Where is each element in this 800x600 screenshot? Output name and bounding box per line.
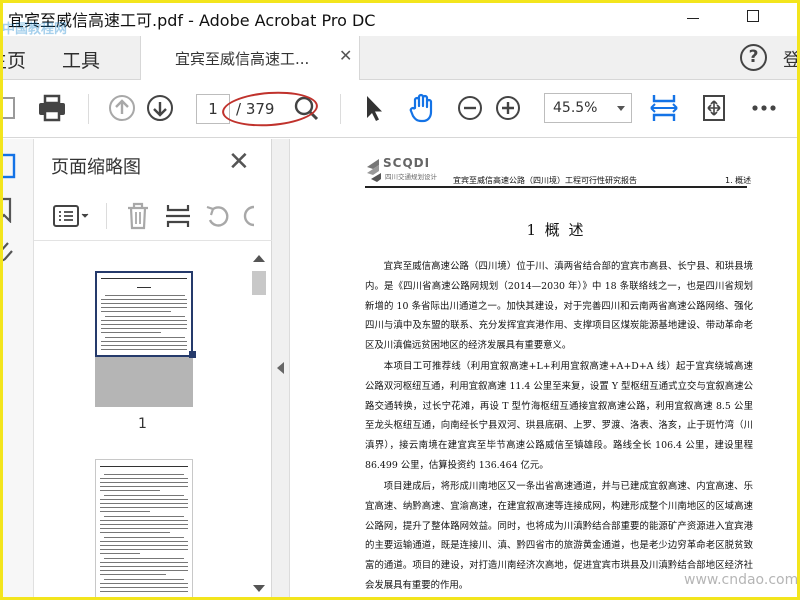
pdf-page: SCQDI 四川交通规划设计 宜宾至威信高速公路（四川境）工程可行性研究报告 1… <box>349 139 769 600</box>
thumbnail-page-image <box>95 271 193 357</box>
minimize-button[interactable] <box>678 4 708 30</box>
tab-tools[interactable]: 工具 <box>62 46 100 73</box>
delete-page-icon[interactable] <box>124 201 152 231</box>
insert-page-icon[interactable] <box>164 201 192 231</box>
thumbnail-page-number: 1 <box>138 416 147 432</box>
corner-watermark: www.cndao.com <box>684 572 799 588</box>
attachments-icon[interactable] <box>0 239 18 265</box>
next-page-icon[interactable] <box>144 92 176 124</box>
separator <box>88 94 89 124</box>
logo-text: SCQDI <box>383 156 431 170</box>
thumbnail-scrollbar[interactable] <box>248 249 270 600</box>
zoom-level-value: 45.5% <box>553 100 598 116</box>
full-screen-icon[interactable] <box>698 92 730 124</box>
page-header-title: 宜宾至威信高速公路（四川境）工程可行性研究报告 <box>453 176 637 185</box>
bookmarks-icon[interactable] <box>0 197 18 223</box>
paragraph-1: 宜宾至威信高速公路（四川境）位于川、滇两省结合部的宜宾市高县、长宁县、和珙县境内… <box>365 261 753 352</box>
panel-collapse-strip[interactable] <box>272 139 290 600</box>
panel-toolbar <box>34 191 272 241</box>
toolbar: 1 / 379 45.5% <box>0 80 800 138</box>
maximize-button[interactable] <box>738 4 768 30</box>
zoom-in-icon[interactable] <box>492 92 524 124</box>
thumbnail-panel: 页面缩略图 ✕ 1 <box>34 139 272 600</box>
save-icon[interactable] <box>0 92 20 124</box>
close-tab-icon[interactable]: ✕ <box>339 46 352 65</box>
fit-page-icon[interactable] <box>648 92 680 124</box>
help-icon[interactable]: ? <box>740 44 767 71</box>
options-menu-icon[interactable] <box>52 203 92 229</box>
close-panel-icon[interactable]: ✕ <box>228 147 250 177</box>
separator <box>106 203 107 229</box>
chapter-title: 1 概 述 <box>526 221 586 239</box>
document-view[interactable]: SCQDI 四川交通规划设计 宜宾至威信高速公路（四川境）工程可行性研究报告 1… <box>291 139 800 600</box>
rotate-clockwise-icon[interactable] <box>242 201 262 231</box>
page-thumbnail-2[interactable] <box>95 459 193 600</box>
separator <box>340 94 341 124</box>
page-header-section: 1. 概述 <box>725 176 752 185</box>
scroll-up-icon[interactable] <box>253 255 265 262</box>
tab-document[interactable]: 宜宾至威信高速工... ✕ <box>140 36 360 80</box>
minimize-icon <box>687 18 699 19</box>
scroll-down-icon[interactable] <box>253 585 265 592</box>
more-options-icon[interactable] <box>748 92 780 124</box>
print-icon[interactable] <box>36 92 68 124</box>
tab-home[interactable]: 主页 <box>0 46 26 73</box>
tab-bar: 主页 工具 宜宾至威信高速工... ✕ ? 登 <box>0 36 800 80</box>
title-bar: 宜宾至威信高速工可.pdf - Adobe Acrobat Pro DC 中国教… <box>0 0 800 37</box>
maximize-icon <box>747 10 759 22</box>
zoom-level-select[interactable]: 45.5% <box>544 93 632 123</box>
document-tab-label: 宜宾至威信高速工... <box>175 50 310 68</box>
logo-subtext: 四川交通规划设计 <box>385 173 437 181</box>
scroll-thumb[interactable] <box>252 271 266 295</box>
panel-title: 页面缩略图 <box>51 157 141 178</box>
navigation-rail <box>0 139 34 600</box>
chevron-down-icon <box>617 106 625 111</box>
rotate-counterclockwise-icon[interactable] <box>204 201 232 231</box>
company-logo: SCQDI 四川交通规划设计 <box>365 155 445 189</box>
thumbnail-resize-handle[interactable] <box>189 351 196 358</box>
hand-tool-icon[interactable] <box>406 92 438 124</box>
zoom-out-icon[interactable] <box>454 92 486 124</box>
page-thumbnails-icon[interactable] <box>0 153 18 179</box>
signin-button[interactable]: 登 <box>783 46 800 72</box>
watermark: 中国教程网 <box>2 22 68 37</box>
paragraph-2: 本项目工可推荐线（利用宜叙高速+L+利用宜叙高速+A+D+A 线）起于宜宾绕城高… <box>365 361 753 471</box>
previous-page-icon[interactable] <box>106 92 138 124</box>
page-thumbnail-1[interactable] <box>95 271 196 407</box>
collapse-arrow-icon <box>277 362 284 374</box>
select-tool-icon[interactable] <box>358 92 390 124</box>
header-rule <box>365 186 747 188</box>
